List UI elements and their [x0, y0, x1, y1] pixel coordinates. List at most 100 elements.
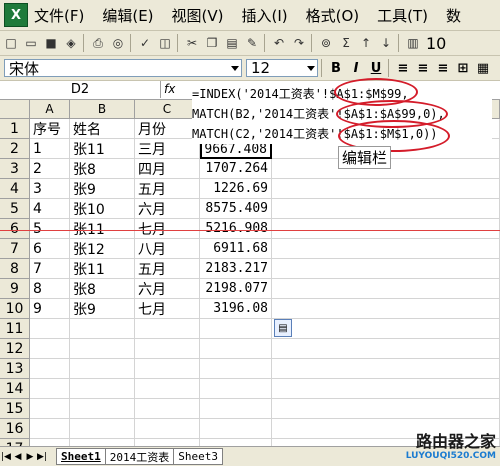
table-cell[interactable] [200, 419, 272, 439]
table-cell[interactable]: 张9 [70, 299, 135, 319]
empty-cells[interactable] [272, 379, 500, 399]
row-header[interactable]: 7 [0, 239, 30, 259]
table-cell[interactable]: 三月 [135, 139, 200, 159]
table-cell[interactable] [70, 319, 135, 339]
sort-ascending-icon[interactable]: ↑ [357, 34, 375, 52]
save-icon[interactable]: ■ [42, 34, 60, 52]
menu-insert[interactable]: 插入(I) [242, 5, 288, 26]
paste-options-icon[interactable]: ▤ [274, 319, 292, 337]
table-cell[interactable]: 5216.908 [200, 219, 272, 239]
table-cell[interactable] [200, 319, 272, 339]
research-icon[interactable]: ◫ [156, 34, 174, 52]
print-preview-icon[interactable]: ◎ [109, 34, 127, 52]
table-cell[interactable]: 八月 [135, 239, 200, 259]
italic-button[interactable]: I [347, 59, 365, 77]
empty-cells[interactable] [272, 319, 500, 339]
table-cell[interactable] [70, 399, 135, 419]
table-cell[interactable]: 张11 [70, 139, 135, 159]
table-cell[interactable]: 五月 [135, 259, 200, 279]
table-cell[interactable] [135, 319, 200, 339]
row-header[interactable]: 11 [0, 319, 30, 339]
fx-icon[interactable]: fx [164, 82, 175, 96]
new-file-icon[interactable]: □ [2, 34, 20, 52]
zoom-level[interactable]: 10 [426, 34, 446, 53]
table-cell[interactable]: 2 [30, 159, 70, 179]
tab-2014-salary[interactable]: 2014工资表 [104, 448, 175, 465]
table-cell[interactable]: 四月 [135, 159, 200, 179]
print-icon[interactable]: ⎙ [89, 34, 107, 52]
table-cell[interactable] [70, 419, 135, 439]
name-box[interactable]: D2 [0, 81, 161, 98]
next-sheet-icon[interactable]: ▶ [24, 452, 36, 462]
row-header[interactable]: 3 [0, 159, 30, 179]
row-header[interactable]: 4 [0, 179, 30, 199]
table-cell[interactable] [135, 399, 200, 419]
empty-cells[interactable] [272, 359, 500, 379]
table-cell[interactable]: 5 [30, 219, 70, 239]
table-cell[interactable] [135, 359, 200, 379]
menu-file[interactable]: 文件(F) [34, 5, 84, 26]
undo-icon[interactable]: ↶ [270, 34, 288, 52]
row-header[interactable]: 2 [0, 139, 30, 159]
row-header[interactable]: 5 [0, 199, 30, 219]
column-header-a[interactable]: A [30, 100, 70, 119]
excel-app-icon[interactable]: X [4, 3, 28, 27]
table-cell[interactable]: 张11 [70, 219, 135, 239]
empty-cells[interactable] [272, 219, 500, 239]
table-cell[interactable]: 六月 [135, 279, 200, 299]
table-cell[interactable]: 1 [30, 139, 70, 159]
table-cell[interactable] [135, 419, 200, 439]
table-cell[interactable] [30, 359, 70, 379]
align-right-icon[interactable]: ≡ [434, 59, 452, 77]
align-left-icon[interactable]: ≡ [394, 59, 412, 77]
table-cell[interactable] [135, 339, 200, 359]
empty-cells[interactable] [272, 259, 500, 279]
table-cell[interactable] [200, 359, 272, 379]
table-cell[interactable]: 2183.217 [200, 259, 272, 279]
chevron-down-icon[interactable] [231, 66, 239, 71]
row-header[interactable]: 12 [0, 339, 30, 359]
table-cell[interactable]: 六月 [135, 199, 200, 219]
row-header[interactable]: 6 [0, 219, 30, 239]
bold-button[interactable]: B [327, 59, 345, 77]
font-size-select[interactable]: 12 [246, 59, 318, 77]
empty-cells[interactable] [272, 279, 500, 299]
table-cell[interactable] [135, 379, 200, 399]
table-cell[interactable]: 9 [30, 299, 70, 319]
table-cell[interactable]: 张9 [70, 179, 135, 199]
column-header-b[interactable]: B [70, 100, 135, 119]
table-cell[interactable]: 6 [30, 239, 70, 259]
spellcheck-icon[interactable]: ✓ [136, 34, 154, 52]
autosum-icon[interactable]: Σ [337, 34, 355, 52]
table-cell[interactable] [200, 399, 272, 419]
table-cell[interactable]: 7 [30, 259, 70, 279]
empty-cells[interactable] [272, 339, 500, 359]
table-cell[interactable] [200, 339, 272, 359]
table-cell[interactable]: 1707.264 [200, 159, 272, 179]
row-header[interactable]: 10 [0, 299, 30, 319]
format-painter-icon[interactable]: ✎ [243, 34, 261, 52]
table-cell[interactable]: 张12 [70, 239, 135, 259]
copy-icon[interactable]: ❐ [203, 34, 221, 52]
menu-view[interactable]: 视图(V) [172, 5, 224, 26]
table-cell[interactable]: 3 [30, 179, 70, 199]
first-sheet-icon[interactable]: |◀ [0, 452, 12, 462]
menu-tools[interactable]: 工具(T) [377, 5, 428, 26]
row-header[interactable]: 16 [0, 419, 30, 439]
table-cell[interactable]: 4 [30, 199, 70, 219]
select-all-corner[interactable] [0, 100, 30, 119]
table-cell[interactable]: 2198.077 [200, 279, 272, 299]
underline-button[interactable]: U [367, 59, 385, 77]
tab-sheet3[interactable]: Sheet3 [173, 448, 223, 465]
table-cell[interactable]: 序号 [30, 119, 70, 139]
empty-cells[interactable] [272, 179, 500, 199]
tab-sheet1[interactable]: Sheet1 [56, 448, 106, 465]
currency-icon[interactable]: ▦ [474, 59, 492, 77]
row-header[interactable]: 9 [0, 279, 30, 299]
table-cell[interactable]: 姓名 [70, 119, 135, 139]
table-cell[interactable]: 五月 [135, 179, 200, 199]
menu-data[interactable]: 数 [446, 5, 461, 26]
table-cell[interactable]: 张10 [70, 199, 135, 219]
sort-descending-icon[interactable]: ↓ [377, 34, 395, 52]
table-cell[interactable]: 8 [30, 279, 70, 299]
